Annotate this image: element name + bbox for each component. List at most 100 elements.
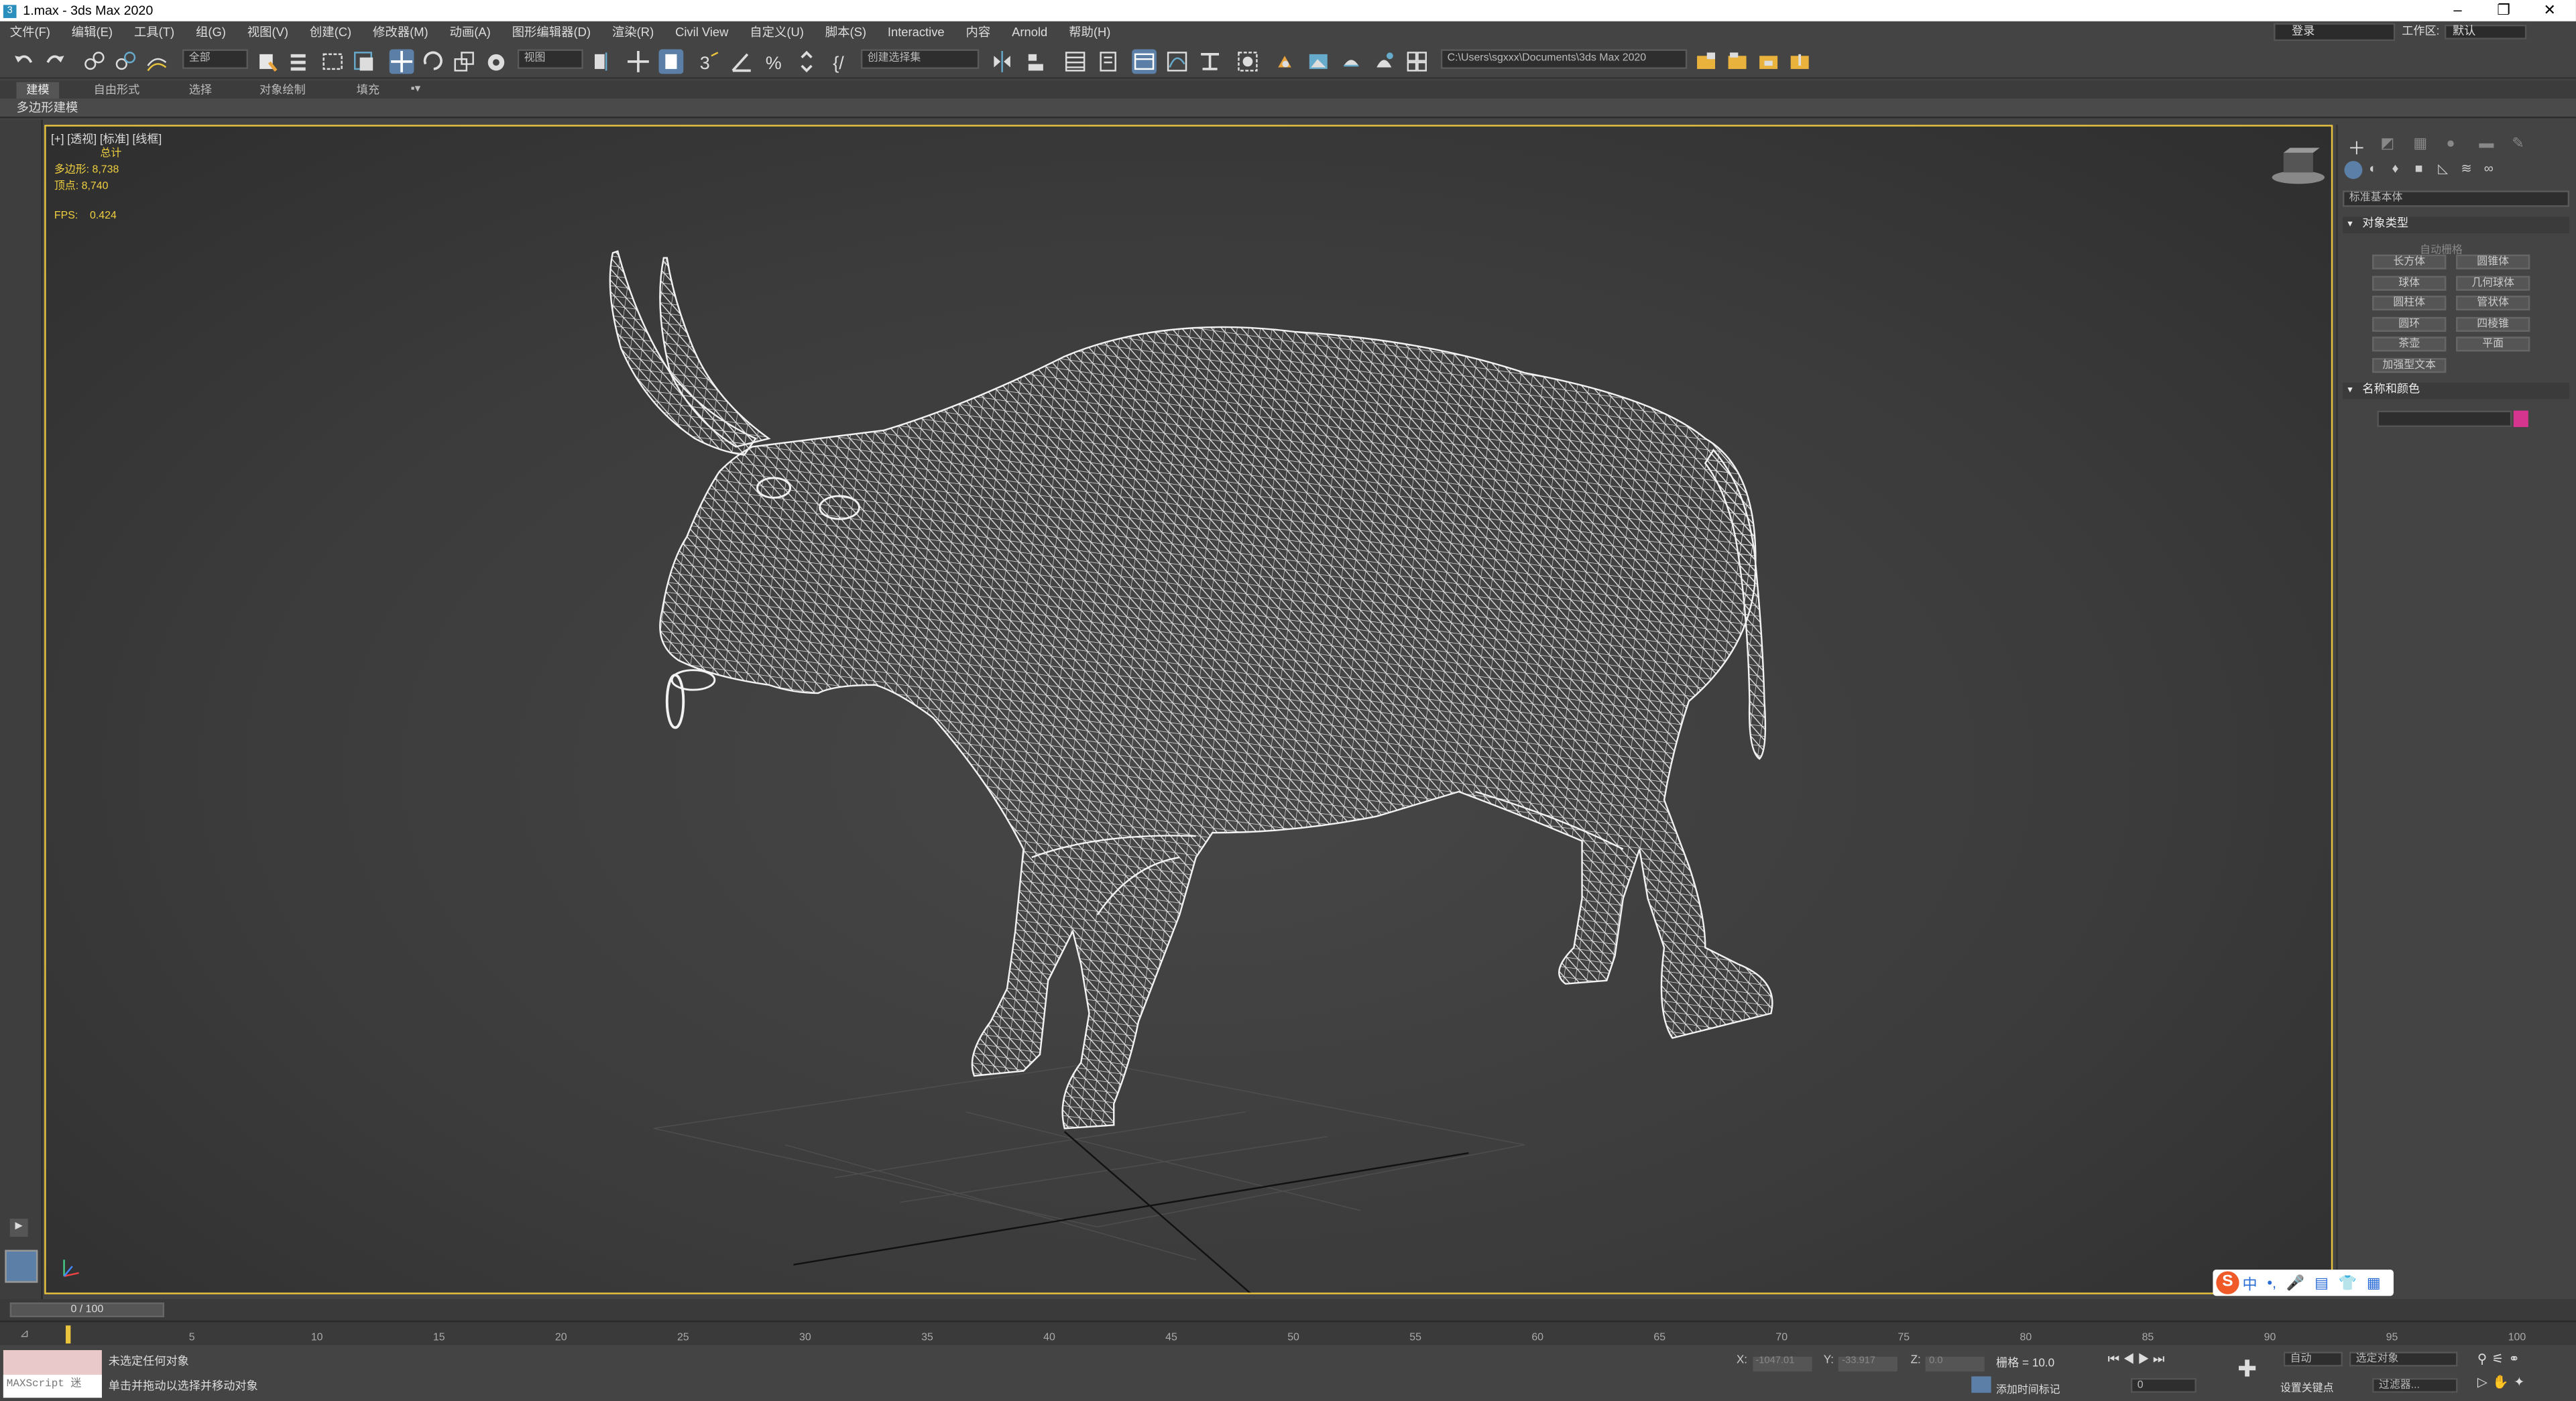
ime-punctuation-icon[interactable]: •, (2267, 1274, 2276, 1291)
select-by-name-icon[interactable] (286, 50, 310, 74)
spacewarps-icon[interactable]: ≋ (2461, 161, 2471, 176)
ime-keyboard-icon[interactable]: ▤ (2315, 1274, 2329, 1292)
redo-icon[interactable] (43, 50, 68, 74)
track-bar-menu-icon[interactable]: ⊿ (19, 1327, 29, 1340)
motion-tab-icon[interactable]: ● (2446, 135, 2455, 151)
scene-explorer-icon[interactable] (1063, 50, 1088, 74)
select-object-icon[interactable] (255, 50, 280, 74)
mirror-icon[interactable] (990, 50, 1015, 74)
display-tab-icon[interactable]: ▬ (2479, 135, 2494, 151)
snaps-toggle-icon[interactable]: 3 (697, 50, 721, 74)
selection-filter-dropdown[interactable]: 全部 (182, 49, 248, 69)
ime-toolbar[interactable]: S 中 •, 🎤 ▤ 👕 ▦ (2213, 1270, 2394, 1296)
folder-up-icon[interactable] (1788, 50, 1812, 74)
name-and-color-rollout[interactable]: 名称和颜色 (2342, 382, 2570, 400)
menu-animation[interactable]: 动画(A) (450, 23, 491, 41)
selected-dropdown[interactable]: 选定对象 (2349, 1351, 2458, 1367)
percent-snap-icon[interactable]: % (762, 50, 787, 74)
tab-modeling[interactable]: 建模 (16, 82, 60, 99)
box-button[interactable]: 长方体 (2372, 254, 2447, 269)
keyboard-shortcut-override-icon[interactable] (658, 49, 684, 74)
menu-modifiers[interactable]: 修改器(M) (373, 23, 428, 41)
menu-group[interactable]: 组(G) (196, 23, 226, 41)
object-name-field[interactable] (2377, 410, 2512, 428)
named-selection-set-dropdown[interactable]: 创建选择集 (860, 49, 980, 69)
tab-freeform[interactable]: 自由形式 (94, 82, 140, 99)
undo-icon[interactable] (11, 50, 36, 74)
systems-icon[interactable]: ∞ (2484, 161, 2494, 176)
select-move-icon[interactable] (389, 49, 414, 74)
shapes-icon[interactable]: ◐ (2369, 161, 2377, 176)
auto-key-button[interactable]: 自动 (2283, 1351, 2343, 1367)
time-tag-icon[interactable] (1971, 1376, 1991, 1393)
curve-editor-icon[interactable] (1165, 50, 1189, 74)
select-rotate-icon[interactable] (420, 50, 445, 74)
perspective-viewport[interactable]: [+] [透视] [标准] [线框] 总计 多边形: 8,738 顶点: 8,7… (44, 125, 2333, 1294)
time-config-icon[interactable]: ✚ (2237, 1355, 2257, 1383)
lights-icon[interactable]: ♦ (2392, 161, 2398, 176)
ribbon-panel-polygon-modeling[interactable]: 多边形建模 (0, 99, 2576, 119)
menu-tools[interactable]: 工具(T) (134, 23, 174, 41)
login-dropdown[interactable]: 登录 (2274, 23, 2396, 42)
render-gallery-icon[interactable] (1405, 50, 1429, 74)
torus-button[interactable]: 圆环 (2372, 316, 2447, 332)
sphere-button[interactable]: 球体 (2372, 276, 2447, 291)
create-tab-icon[interactable]: ＋ (2347, 135, 2365, 161)
render-setup-icon[interactable] (1273, 50, 1298, 74)
render-in-cloud-icon[interactable] (1372, 50, 1397, 74)
ime-voice-icon[interactable]: 🎤 (2286, 1274, 2304, 1292)
key-filters-button[interactable]: 过滤器... (2372, 1378, 2458, 1393)
autogrid-checkbox[interactable]: 自动栅格 (2420, 240, 2463, 256)
primitive-category-dropdown[interactable]: 标准基本体 (2342, 190, 2570, 207)
project-folder-icon[interactable] (1694, 50, 1718, 74)
toggle-ribbon-icon[interactable] (1132, 49, 1157, 74)
cone-button[interactable]: 圆锥体 (2456, 254, 2530, 269)
menu-create[interactable]: 创建(C) (310, 23, 351, 41)
cameras-icon[interactable]: ■ (2415, 161, 2423, 176)
align-icon[interactable] (1023, 50, 1048, 74)
hierarchy-tab-icon[interactable]: ▦ (2413, 135, 2427, 153)
window-crossing-icon[interactable] (351, 50, 376, 74)
utilities-tab-icon[interactable]: ✎ (2512, 135, 2524, 153)
schematic-view-icon[interactable] (1197, 50, 1222, 74)
time-slider[interactable]: 0 / 100 (9, 1302, 165, 1318)
spinner-snap-icon[interactable] (795, 50, 820, 74)
pivot-center-icon[interactable] (590, 50, 615, 74)
teapot-button[interactable]: 茶壶 (2372, 337, 2447, 352)
time-marker[interactable] (66, 1325, 71, 1344)
menu-content[interactable]: 内容 (966, 23, 991, 41)
coord-x-value[interactable]: -1047.01 (1752, 1356, 1812, 1372)
menu-edit[interactable]: 编辑(E) (72, 23, 113, 41)
ime-tools-icon[interactable]: ▦ (2367, 1274, 2381, 1292)
bull-wireframe-mesh[interactable] (609, 250, 1773, 1130)
layer-explorer-icon[interactable] (1096, 50, 1120, 74)
object-color-swatch[interactable] (2513, 410, 2528, 428)
render-production-icon[interactable] (1339, 50, 1364, 74)
tab-populate[interactable]: 填充 (357, 82, 379, 99)
ime-chinese-mode[interactable]: 中 (2243, 1272, 2258, 1294)
link-icon[interactable] (82, 50, 107, 74)
material-editor-icon[interactable] (1236, 50, 1261, 74)
maxscript-mini-listener[interactable]: MAXScript 迷 (3, 1374, 102, 1398)
menu-customize[interactable]: 自定义(U) (750, 23, 804, 41)
ime-skin-icon[interactable]: 👕 (2339, 1274, 2357, 1292)
folder-settings-icon[interactable] (1756, 50, 1781, 74)
expand-arrow-icon[interactable]: ▶ (9, 1219, 28, 1237)
coord-y-value[interactable]: -33.917 (1838, 1356, 1898, 1372)
menu-arnold[interactable]: Arnold (1012, 25, 1047, 40)
ribbon-options-icon[interactable]: ▪▾ (411, 82, 421, 95)
geosphere-button[interactable]: 几何球体 (2456, 276, 2530, 291)
helpers-icon[interactable]: ◺ (2438, 161, 2448, 176)
unlink-icon[interactable] (113, 50, 138, 74)
text-plus-button[interactable]: 加强型文本 (2372, 358, 2447, 373)
viewport-nav-controls[interactable]: ⚲⚟⚭ (2477, 1352, 2524, 1367)
tube-button[interactable]: 管状体 (2456, 296, 2530, 311)
menu-views[interactable]: 视图(V) (247, 23, 288, 41)
geometry-icon[interactable] (2344, 161, 2363, 180)
plane-button[interactable]: 平面 (2456, 337, 2530, 352)
track-bar[interactable]: ⊿ 5 10 15 20 25 30 35 40 45 50 55 60 65 70 75 80 85 90 95 1… (0, 1320, 2576, 1345)
restore-button[interactable]: ❐ (2481, 0, 2527, 21)
select-manipulate-icon[interactable] (626, 50, 651, 74)
rect-selection-icon[interactable] (320, 50, 345, 74)
open-folder-icon[interactable] (1725, 50, 1750, 74)
